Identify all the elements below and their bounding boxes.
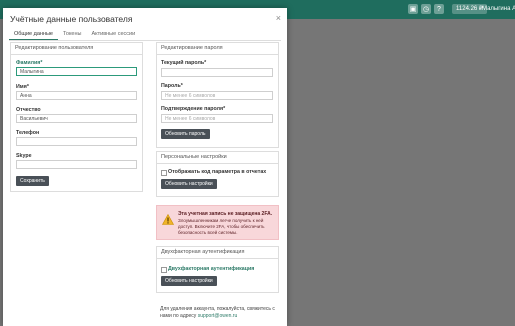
phone-input[interactable] (16, 137, 137, 146)
clock-icon[interactable]: ◷ (421, 4, 431, 14)
save-button[interactable]: Сохранить (16, 176, 49, 186)
last-name-input[interactable]: Малыгина (16, 67, 137, 76)
patronymic-label: Отчество (16, 107, 41, 113)
update-settings-button[interactable]: Обновить настройки (161, 179, 217, 189)
edit-user-header: Редактирование пользователя (11, 43, 142, 55)
user-credentials-modal: Учётные данные пользователя × Общие данн… (3, 8, 287, 326)
warning-text: Злоумышленникам легче получить к ней дос… (178, 218, 265, 235)
two-factor-header: Двухфакторная аутентификация (157, 247, 278, 259)
tab-sessions[interactable]: Активные сессии (86, 28, 140, 40)
personal-settings-header: Персональные настройки (157, 152, 278, 164)
show-param-code-label: Отображать код параметра в отчетах (168, 169, 267, 175)
warning-title: Эта учетная запись не защищена 2FA. (178, 211, 273, 217)
two-factor-checkbox[interactable] (161, 267, 167, 273)
patronymic-input[interactable]: Васильевич (16, 114, 137, 123)
new-password-label: Пароль* (161, 83, 183, 89)
delete-account-note: Для удаления аккаунта, пожалуйста, свяжи… (160, 306, 280, 319)
update-2fa-settings-button[interactable]: Обновить настройки (161, 276, 217, 286)
last-name-label: Фамилия* (16, 60, 43, 66)
skype-input[interactable] (16, 160, 137, 169)
new-password-input[interactable]: Не менее 6 символов (161, 91, 273, 100)
current-password-input[interactable] (161, 68, 273, 77)
show-param-code-checkbox[interactable] (161, 170, 167, 176)
two-factor-panel: Двухфакторная аутентификация Двухфакторн… (156, 246, 279, 293)
tab-tokens[interactable]: Токены (58, 28, 87, 40)
edit-user-panel: Редактирование пользователя Фамилия* Мал… (10, 42, 143, 192)
modal-title: Учётные данные пользователя (10, 14, 133, 24)
user-menu[interactable]: Малыгина Анна (482, 4, 515, 14)
help-icon[interactable]: ? (434, 4, 444, 14)
modal-tabs: Общие данные Токены Активные сессии (9, 28, 281, 41)
first-name-input[interactable]: Анна (16, 91, 137, 100)
close-icon[interactable]: × (276, 13, 281, 23)
skype-label: Skype (16, 153, 32, 159)
support-email-link[interactable]: support@owen.ru (198, 313, 238, 319)
edit-password-header: Редактирование пароля (157, 43, 278, 55)
first-name-label: Имя* (16, 84, 29, 90)
confirm-password-input[interactable]: Не менее 6 символов (161, 114, 273, 123)
confirm-password-label: Подтверждение пароля* (161, 106, 226, 112)
update-password-button[interactable]: Обновить пароль (161, 129, 210, 139)
topbar-icons: ▣ ◷ ? (408, 4, 444, 14)
phone-label: Телефон (16, 130, 40, 136)
edit-password-panel: Редактирование пароля Текущий пароль* Па… (156, 42, 279, 148)
personal-settings-panel: Персональные настройки Отображать код па… (156, 151, 279, 197)
current-password-label: Текущий пароль* (161, 60, 207, 66)
warning-icon (162, 214, 174, 225)
wallet-icon[interactable]: ▣ (408, 4, 418, 14)
two-factor-label: Двухфакторная аутентификация (168, 266, 255, 272)
2fa-warning-alert: Эта учетная запись не защищена 2FA. Злоу… (156, 205, 279, 240)
tab-general[interactable]: Общие данные (9, 28, 58, 40)
